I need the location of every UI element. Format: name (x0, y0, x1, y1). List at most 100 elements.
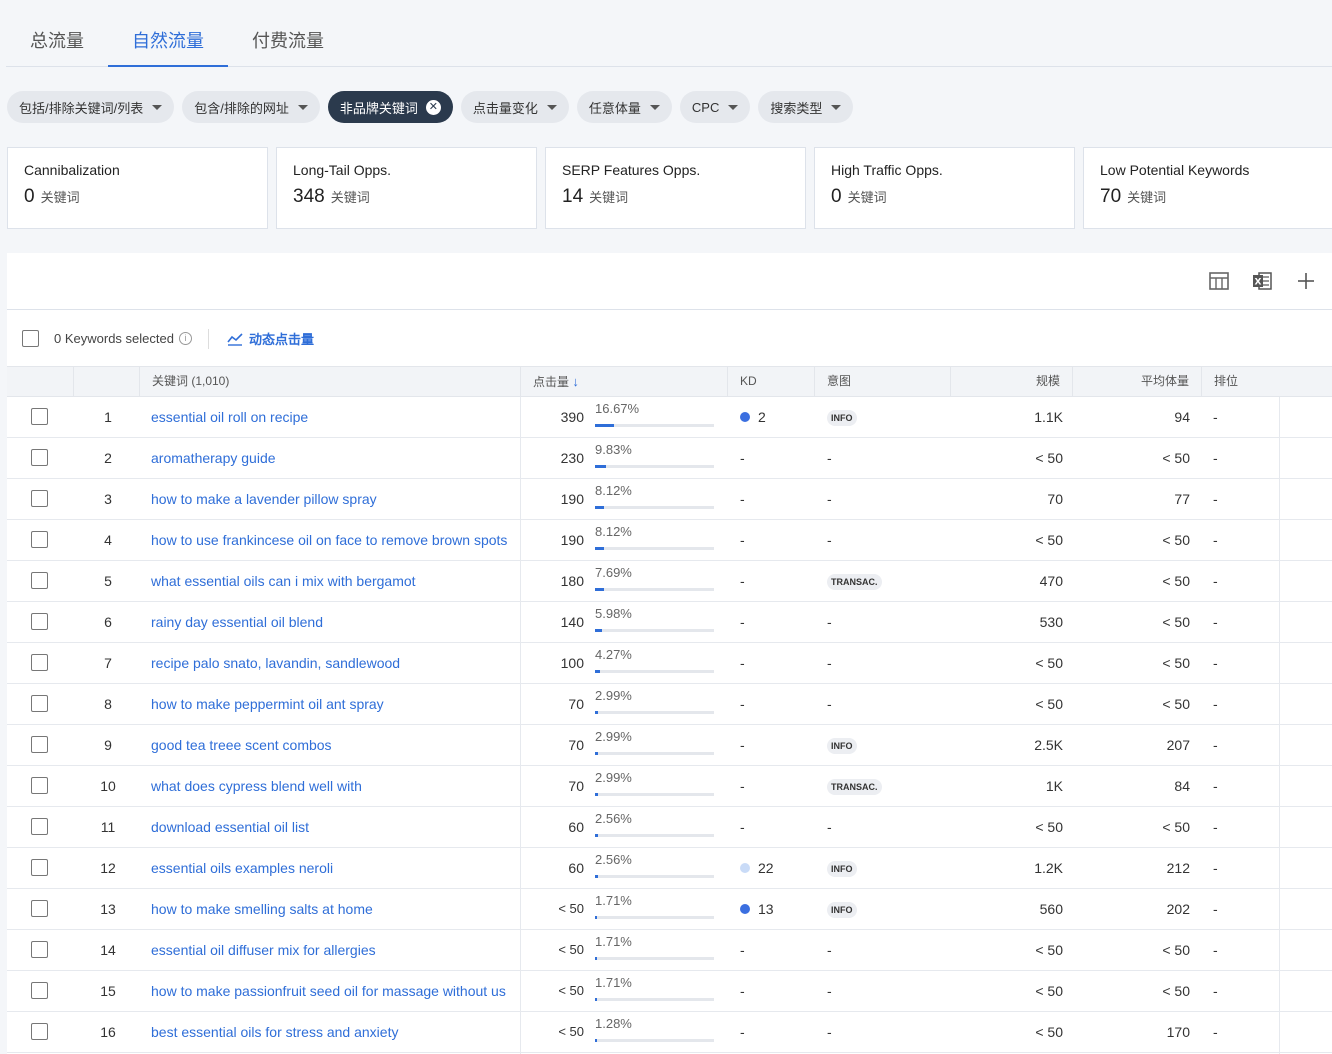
scale-value: < 50 (1035, 655, 1063, 671)
rank-value: - (1213, 1024, 1218, 1040)
keyword-link[interactable]: download essential oil list (151, 807, 511, 847)
row-checkbox[interactable] (31, 736, 48, 753)
clicks-share-fill (595, 752, 599, 755)
row-checkbox[interactable] (31, 900, 48, 917)
th-intent[interactable]: 意图 (814, 367, 950, 396)
row-checkbox[interactable] (31, 613, 48, 630)
row-checkbox[interactable] (31, 1023, 48, 1040)
chevron-down-icon (546, 104, 557, 110)
excel-export-icon[interactable]: X (1251, 270, 1273, 292)
keyword-link[interactable]: best essential oils for stress and anxie… (151, 1012, 511, 1052)
row-checkbox[interactable] (31, 982, 48, 999)
opportunity-card-3[interactable]: High Traffic Opps. 0 关键词 (814, 147, 1075, 229)
row-checkbox[interactable] (31, 572, 48, 589)
filter-chip-6[interactable]: 搜索类型 (758, 91, 854, 123)
row-checkbox[interactable] (31, 859, 48, 876)
filter-chip-2[interactable]: 非品牌关键词 ✕ (327, 91, 453, 123)
intent-badge: - (827, 532, 832, 548)
selection-bar: 0 Keywords selected i 动态点击量 (7, 310, 1332, 367)
row-checkbox[interactable] (31, 408, 48, 425)
th-kd[interactable]: KD (727, 367, 814, 396)
th-intent-label: 意图 (827, 374, 852, 388)
keyword-link[interactable]: how to make passionfruit seed oil for ma… (151, 971, 511, 1011)
table-row: 16 best essential oils for stress and anx… (7, 1012, 1332, 1053)
table-row: 15 how to make passionfruit seed oil for … (7, 971, 1332, 1012)
selected-count: 0 Keywords selected (54, 331, 174, 346)
clicks-value: 180 (560, 573, 584, 589)
card-value: 0 (24, 186, 35, 207)
keyword-link[interactable]: essential oil roll on recipe (151, 397, 511, 437)
clear-filter-icon[interactable]: ✕ (425, 99, 441, 115)
opportunity-card-4[interactable]: Low Potential Keywords 70 关键词 (1083, 147, 1332, 229)
row-checkbox[interactable] (31, 941, 48, 958)
row-number: 4 (104, 532, 112, 548)
keyword-link[interactable]: essential oil diffuser mix for allergies (151, 930, 511, 970)
card-unit: 关键词 (330, 190, 370, 205)
row-checkbox[interactable] (31, 695, 48, 712)
kd-value: - (740, 573, 745, 589)
keyword-link[interactable]: how to make smelling salts at home (151, 889, 511, 929)
row-checkbox[interactable] (31, 490, 48, 507)
avg-volume-value: 170 (1166, 1024, 1190, 1040)
row-checkbox[interactable] (31, 654, 48, 671)
opportunity-card-0[interactable]: Cannibalization 0 关键词 (7, 147, 268, 229)
intent-cell: - (827, 602, 957, 642)
info-icon[interactable]: i (178, 332, 192, 345)
table-columns-icon[interactable] (1208, 270, 1230, 292)
filter-bar: 包括/排除关键词/列表 包含/排除的网址 非品牌关键词 ✕ 点击量变化 任意体量 CPC 搜索… (7, 91, 861, 123)
kd-value: 22 (758, 860, 774, 876)
intent-cell: - (827, 971, 957, 1011)
rank-value: - (1213, 942, 1218, 958)
keyword-link[interactable]: what does cypress blend well with (151, 766, 511, 806)
svg-text:X: X (1255, 278, 1262, 288)
card-unit: 关键词 (40, 190, 80, 205)
row-checkbox[interactable] (31, 777, 48, 794)
column-divider (1279, 397, 1280, 1054)
keyword-link[interactable]: how to make peppermint oil ant spray (151, 684, 511, 724)
scale-value: 470 (1039, 573, 1063, 589)
th-avg-volume[interactable]: 平均体量 (1072, 367, 1201, 396)
filter-chip-5[interactable]: CPC (679, 91, 751, 123)
row-number: 10 (100, 778, 116, 794)
checkbox-box (31, 572, 48, 589)
keyword-link[interactable]: essential oils examples neroli (151, 848, 511, 888)
keyword-link[interactable]: recipe palo snato, lavandin, sandlewood (151, 643, 511, 683)
select-all-checkbox[interactable] (22, 330, 39, 347)
kd-value: - (740, 1024, 745, 1040)
clicks-share-fill (595, 629, 602, 632)
opportunity-card-2[interactable]: SERP Features Opps. 14 关键词 (545, 147, 806, 229)
clicks-share-bar (595, 711, 714, 714)
clicks-share-bar (595, 465, 714, 468)
kd-value: - (740, 696, 745, 712)
tab-2[interactable]: 付费流量 (228, 16, 348, 66)
keyword-link[interactable]: rainy day essential oil blend (151, 602, 511, 642)
tab-0[interactable]: 总流量 (6, 16, 108, 66)
filter-chip-3[interactable]: 点击量变化 (460, 91, 569, 123)
th-keyword[interactable]: 关键词 (1,010) (139, 367, 520, 396)
clicks-share-text: 1.71% (595, 934, 632, 949)
add-icon[interactable] (1295, 270, 1317, 292)
th-rank[interactable]: 排位 (1201, 367, 1332, 396)
opportunity-card-1[interactable]: Long-Tail Opps. 348 关键词 (276, 147, 537, 229)
row-checkbox[interactable] (31, 449, 48, 466)
intent-badge: - (827, 696, 832, 712)
row-checkbox[interactable] (31, 531, 48, 548)
th-scale[interactable]: 规模 (950, 367, 1072, 396)
checkbox-box (31, 982, 48, 999)
keyword-link[interactable]: how to make a lavender pillow spray (151, 479, 511, 519)
keyword-link[interactable]: good tea treee scent combos (151, 725, 511, 765)
avg-volume-value: 94 (1174, 409, 1190, 425)
filter-chip-4[interactable]: 任意体量 (576, 91, 672, 123)
row-number: 2 (104, 450, 112, 466)
intent-badge: TRANSAC. (827, 574, 882, 591)
keyword-link[interactable]: what essential oils can i mix with berga… (151, 561, 511, 601)
tab-1[interactable]: 自然流量 (108, 16, 228, 67)
keyword-link[interactable]: aromatherapy guide (151, 438, 511, 478)
row-checkbox[interactable] (31, 818, 48, 835)
filter-chip-0[interactable]: 包括/排除关键词/列表 (7, 91, 175, 123)
keyword-link[interactable]: how to use frankincese oil on face to re… (151, 520, 511, 560)
dynamic-clicks-button[interactable]: 动态点击量 (227, 329, 314, 348)
kd-cell: 2 (740, 397, 820, 437)
filter-chip-1[interactable]: 包含/排除的网址 (182, 91, 320, 123)
clicks-share-text: 2.56% (595, 811, 632, 826)
